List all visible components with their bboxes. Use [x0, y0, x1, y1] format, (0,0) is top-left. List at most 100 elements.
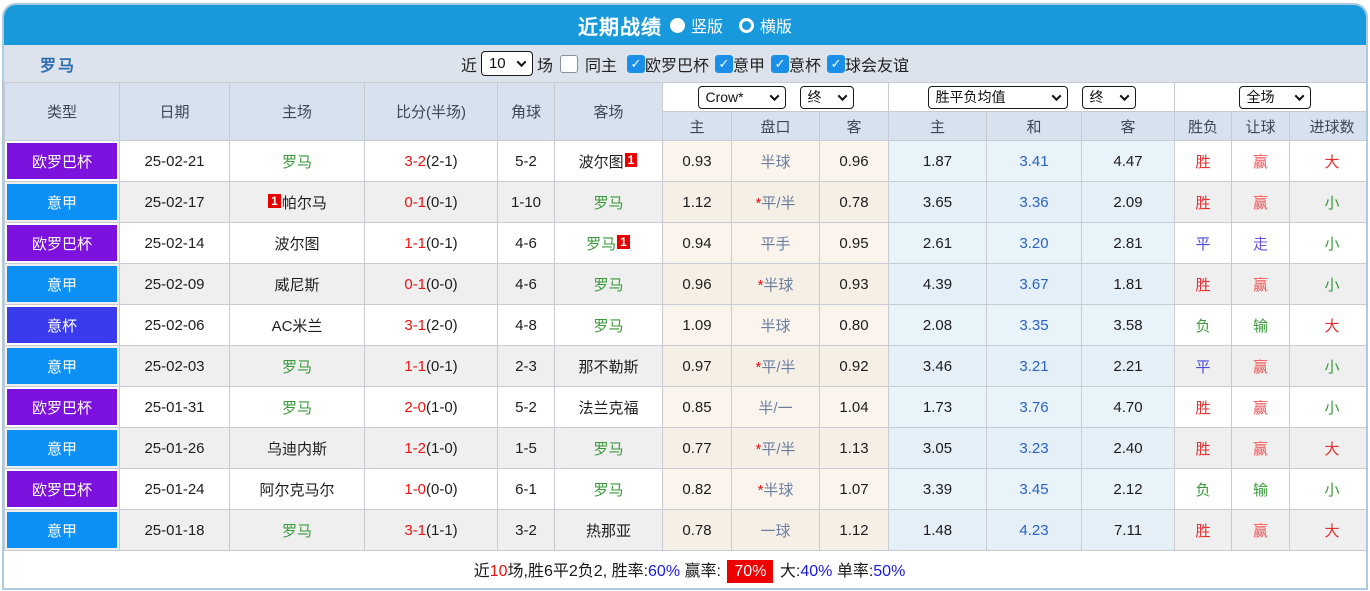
summary-segment: 大:	[775, 563, 801, 581]
team-name: 罗马	[281, 358, 312, 376]
same-home-label: 同主	[584, 57, 617, 75]
league-type-badge: 欧罗巴杯	[7, 225, 117, 261]
bookmaker-select[interactable]: Crow*	[697, 85, 786, 109]
avg-draw-cell: 3.36	[986, 181, 1083, 223]
avg-away-cell: 4.47	[1081, 140, 1176, 182]
avg-away-cell: 2.40	[1081, 427, 1176, 469]
home-odds-cell: 0.97	[662, 345, 732, 387]
avg-home-cell: 3.65	[888, 181, 988, 223]
handicap-cell: *半球	[731, 468, 820, 510]
average-select[interactable]: 胜平负均值	[927, 85, 1068, 109]
bookmaker-stage-select[interactable]: 终	[799, 85, 854, 109]
away-team-cell: 波尔图 1	[554, 140, 663, 182]
handicap-text: 半球	[763, 276, 794, 294]
avg-home-cell: 2.08	[888, 304, 988, 346]
league-type-badge: 欧罗巴杯	[7, 389, 117, 425]
away-team-cell: 热那亚	[554, 509, 663, 551]
league-checkbox[interactable]	[771, 54, 790, 73]
near-label: 近	[460, 57, 477, 75]
radio-vertical-label[interactable]: 竖版	[691, 13, 723, 37]
sub-avg-home: 主	[888, 111, 988, 141]
goals-text: 小	[1324, 358, 1340, 376]
avg-home-cell: 3.39	[888, 468, 988, 510]
home-odds-cell: 0.94	[662, 222, 732, 264]
half-time-score: (2-0)	[426, 316, 458, 334]
away-odds-cell: 1.12	[818, 509, 890, 551]
same-home-checkbox[interactable]	[559, 54, 578, 73]
league-checkbox-label: 意甲	[733, 57, 766, 75]
match-row: 意甲 25-02-09 威尼斯 0-1(0-0) 4-6 罗马 0.96 *半球 0.93 4.3…	[4, 263, 1366, 305]
result-text: 平	[1195, 358, 1211, 376]
corner-cell: 6-1	[497, 468, 555, 510]
rank-badge: 1	[268, 193, 281, 208]
full-time-score: 1-1	[404, 234, 426, 252]
full-time-score: 0-1	[404, 193, 426, 211]
league-type-badge: 欧罗巴杯	[7, 143, 117, 179]
scope-select[interactable]: 全场	[1238, 85, 1311, 109]
radio-horizontal-label[interactable]: 横版	[760, 13, 792, 37]
league-type-cell: 欧罗巴杯	[4, 140, 120, 182]
radio-horizontal-icon[interactable]	[739, 17, 754, 33]
half-time-score: (1-0)	[426, 439, 458, 457]
handicap-result-cell: 输	[1231, 304, 1291, 346]
avg-away-cell: 2.09	[1081, 181, 1176, 223]
league-checkbox[interactable]	[827, 54, 846, 73]
corner-cell: 4-6	[497, 263, 555, 305]
away-team-cell: 罗马	[554, 181, 663, 223]
match-row: 欧罗巴杯 25-02-14 波尔图 1-1(0-1) 4-6 罗马 1 0.94 平手 0.95 2…	[4, 222, 1366, 264]
result-cell: 胜	[1174, 427, 1233, 469]
league-type-badge: 意甲	[7, 184, 117, 220]
result-cell: 负	[1174, 468, 1233, 510]
team-name: 帕尔马	[281, 194, 327, 212]
filter-group: 近 10 场 同主 欧罗巴杯 意甲 意杯 球会友谊	[461, 51, 909, 76]
handicap-text: 半球	[763, 481, 794, 499]
home-odds-cell: 0.85	[662, 386, 732, 428]
league-checkbox[interactable]	[715, 54, 733, 73]
team-name: AC米兰	[271, 317, 323, 335]
score-cell: 3-1(1-1)	[364, 509, 498, 551]
handicap-cell: 半球	[731, 140, 820, 182]
handicap-result-cell: 赢	[1231, 509, 1291, 551]
avg-home-cell: 3.46	[888, 345, 988, 387]
goals-cell: 小	[1289, 181, 1366, 223]
handicap-result-text: 赢	[1253, 440, 1269, 458]
match-row: 意杯 25-02-06 AC米兰 3-1(2-0) 4-8 罗马 1.09 半球 0.80 2.0…	[4, 304, 1366, 346]
corner-cell: 4-6	[497, 222, 555, 264]
match-row: 欧罗巴杯 25-02-21 罗马 3-2(2-1) 5-2 波尔图 1 0.93 半球 0.96 1…	[4, 140, 1366, 182]
handicap-text: 平手	[760, 235, 791, 253]
average-stage-select[interactable]: 终	[1081, 85, 1136, 109]
away-odds-cell: 1.13	[818, 427, 890, 469]
half-time-score: (0-0)	[426, 480, 458, 498]
goals-cell: 大	[1289, 304, 1366, 346]
avg-home-cell: 1.87	[888, 140, 988, 182]
filter-bar: 罗马 近 10 场 同主 欧罗巴杯 意甲 意杯 球会友谊	[4, 45, 1366, 82]
away-odds-cell: 0.78	[818, 181, 890, 223]
away-odds-cell: 0.96	[818, 140, 890, 182]
home-team-cell: 罗马	[229, 345, 365, 387]
full-time-score: 1-0	[404, 480, 426, 498]
result-cell: 平	[1174, 222, 1233, 264]
handicap-text: 平/半	[761, 440, 796, 458]
sub-away-odds: 客	[818, 111, 890, 141]
handicap-result-cell: 赢	[1231, 386, 1291, 428]
date-cell: 25-02-06	[119, 304, 230, 346]
league-filter-list: 欧罗巴杯 意甲 意杯 球会友谊	[621, 52, 909, 76]
away-odds-cell: 0.95	[818, 222, 890, 264]
goals-cell: 大	[1289, 509, 1366, 551]
half-time-score: (1-0)	[426, 398, 458, 416]
full-time-score: 3-1	[404, 521, 426, 539]
handicap-text: 半球	[760, 317, 791, 335]
home-odds-cell: 1.12	[662, 181, 732, 223]
result-text: 胜	[1195, 194, 1211, 212]
league-checkbox[interactable]	[626, 54, 645, 73]
team-name: 阿尔克马尔	[259, 481, 335, 499]
col-home: 主场	[229, 82, 365, 141]
match-count-select[interactable]: 10	[480, 51, 533, 76]
league-type-cell: 欧罗巴杯	[4, 468, 120, 510]
score-cell: 2-0(1-0)	[364, 386, 498, 428]
avg-draw-cell: 3.76	[986, 386, 1083, 428]
sub-handicap-result: 让球	[1231, 111, 1291, 141]
handicap-text: 平/半	[761, 194, 796, 212]
radio-vertical-selected-icon[interactable]	[669, 17, 685, 33]
avg-draw-value: 3.21	[1019, 357, 1049, 375]
